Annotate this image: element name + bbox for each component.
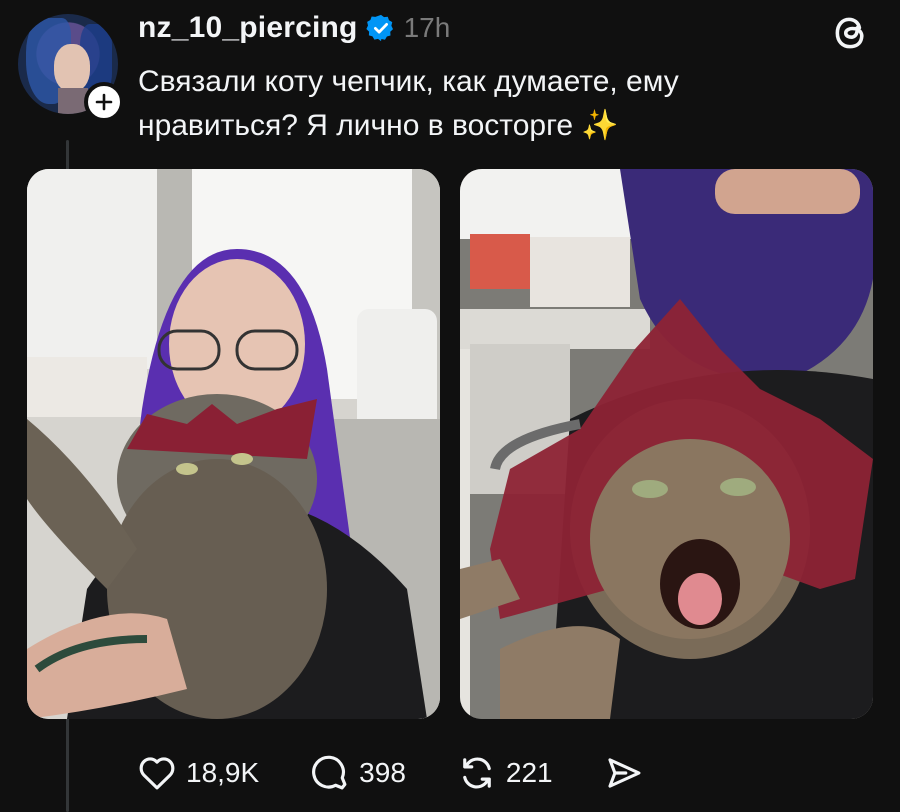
author-avatar-wrap[interactable] — [18, 14, 124, 122]
post-photo-1[interactable] — [27, 169, 440, 719]
threads-logo-icon[interactable] — [830, 12, 872, 54]
repost-button[interactable]: 221 — [456, 752, 553, 794]
send-icon — [608, 758, 641, 788]
repost-icon — [463, 757, 491, 789]
username-link[interactable]: nz_10_piercing — [138, 11, 358, 45]
reply-button[interactable]: 398 — [309, 752, 406, 794]
post-text: Связали коту чепчик, как думаете, ему нр… — [138, 65, 679, 142]
follow-button[interactable] — [84, 82, 124, 122]
repost-count: 221 — [505, 757, 553, 788]
like-button[interactable]: 18,9K — [136, 752, 259, 794]
post-photo-2[interactable] — [460, 169, 873, 719]
action-bar: 18,9K 398 221 — [136, 748, 900, 798]
post-header: nz_10_piercing 17h — [138, 6, 450, 50]
share-button[interactable] — [603, 752, 645, 794]
reply-count: 398 — [359, 757, 406, 788]
heart-icon — [139, 757, 175, 790]
post-timestamp[interactable]: 17h — [404, 12, 451, 44]
plus-icon — [95, 93, 113, 111]
comment-icon — [312, 755, 347, 790]
verified-badge-icon — [365, 14, 393, 42]
like-count: 18,9K — [186, 757, 260, 788]
